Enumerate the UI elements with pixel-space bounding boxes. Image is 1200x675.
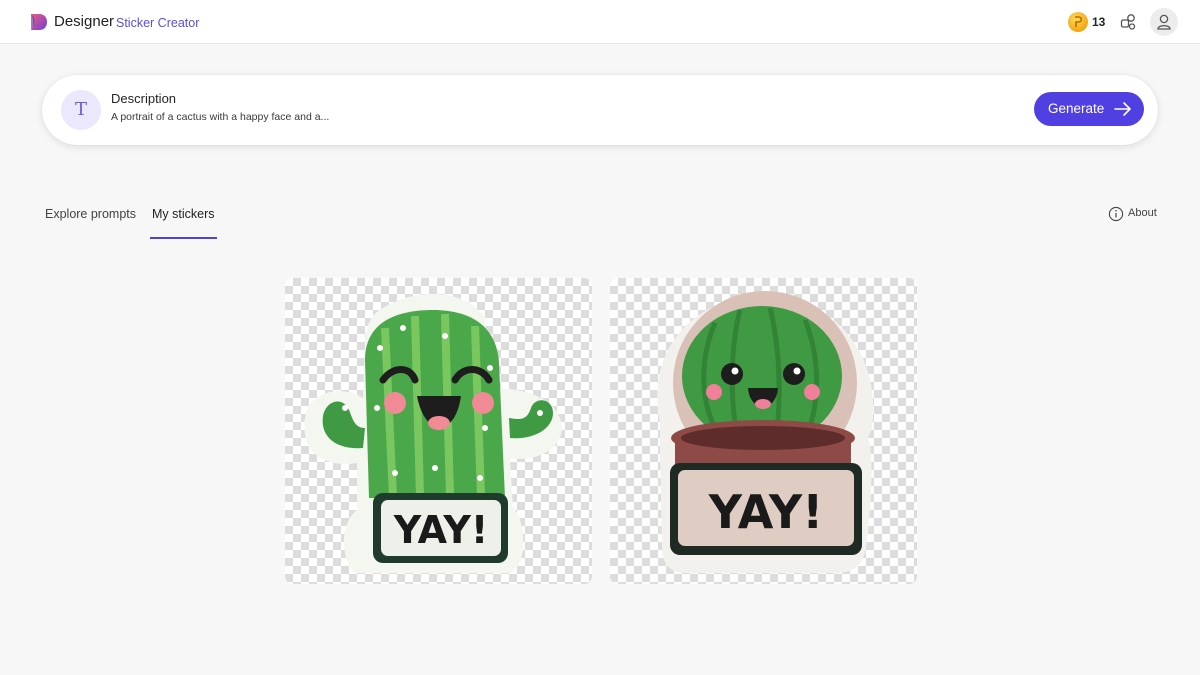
description-label: Description [111,91,177,106]
description-card: T Description A portrait of a cactus wit… [42,75,1158,145]
tab-my-stickers[interactable]: My stickers [152,207,215,221]
about-label: About [1128,207,1157,219]
arrow-right-icon [1114,102,1131,116]
account-icon[interactable] [1150,8,1178,36]
sticker-caption: YAY! [708,485,823,539]
sticker-card[interactable]: YAY! [285,278,592,584]
apps-icon[interactable] [1118,12,1138,32]
description-input[interactable]: A portrait of a cactus with a happy face… [111,111,991,123]
designer-logo[interactable] [29,12,49,32]
text-icon: T [61,90,101,130]
credits-count: 13 [1092,15,1106,29]
generate-button[interactable]: Generate [1034,92,1144,126]
sticker-caption: YAY! [393,508,489,552]
cactus-sticker-image: YAY! [304,294,562,573]
sticker-card[interactable]: YAY! [610,278,917,584]
tab-explore-prompts[interactable]: Explore prompts [45,207,136,221]
coin-icon [1068,12,1088,32]
info-icon [1108,206,1124,222]
generate-label: Generate [1048,101,1105,116]
top-bar: Designer Sticker Creator 13 [0,0,1200,44]
product-name: Sticker Creator [116,16,200,30]
selected-tab-indicator [150,237,217,239]
potted-cactus-sticker-image: YAY! [657,291,874,573]
app-name: Designer [54,13,115,30]
